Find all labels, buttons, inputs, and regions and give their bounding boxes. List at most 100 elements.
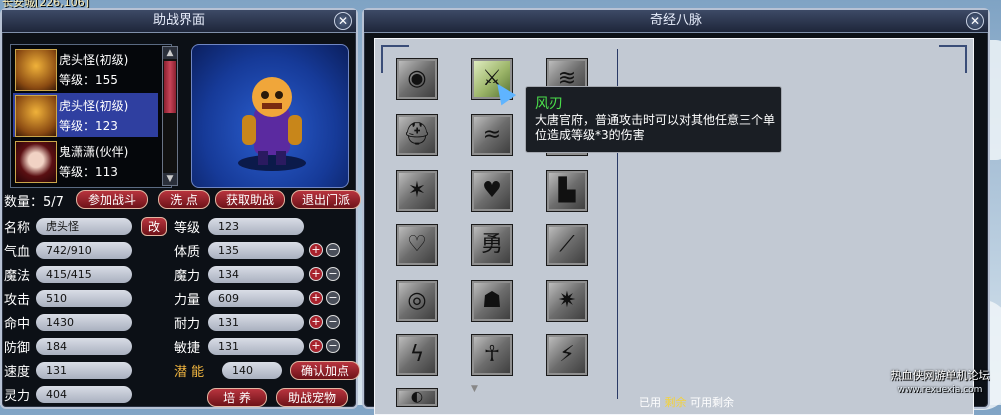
stat-label-level: 等级 xyxy=(174,221,201,236)
stat-label-mp: 魔法 xyxy=(4,269,31,284)
skill-burst-icon[interactable]: ✶ xyxy=(396,170,438,212)
skill-warrior-icon[interactable]: ☗ xyxy=(471,280,513,322)
scroll-down-icon[interactable]: ▼ xyxy=(163,173,177,185)
watermark-url: www.rexuexia.com xyxy=(897,385,983,395)
stat-label-hp: 气血 xyxy=(4,245,31,260)
pet-level: 等级：113 xyxy=(59,165,118,179)
get-helper-button[interactable]: 获取助战 xyxy=(215,190,285,209)
close-icon[interactable]: ✕ xyxy=(334,12,352,30)
pet-list-scrollbar[interactable]: ▲ ▼ xyxy=(162,46,178,186)
stat-value-name: 虎头怪 xyxy=(36,218,132,235)
remaining-label: 剩余 xyxy=(664,396,687,409)
helper-battle-panel: 助战界面 ✕ 虎头怪(初级) 等级：155 虎头怪(初级) 等级：123 鬼潇潇… xyxy=(0,8,361,409)
meridian-points-summary: 已用 剩余 可用剩余 xyxy=(639,394,734,410)
stat-value-strength: 609 xyxy=(208,290,304,307)
pet-level: 等级：155 xyxy=(59,73,118,87)
skill-brave-icon[interactable]: 勇 xyxy=(471,224,513,266)
stat-value-magic: 134 xyxy=(208,266,304,283)
plus-constitution-button[interactable]: + xyxy=(309,243,323,257)
scroll-thumb[interactable] xyxy=(164,61,176,113)
pet-list: 虎头怪(初级) 等级：155 虎头怪(初级) 等级：123 鬼潇潇(伙伴) 等级… xyxy=(10,44,172,188)
join-battle-button[interactable]: 参加战斗 xyxy=(76,190,148,209)
minus-agility-button[interactable]: − xyxy=(326,339,340,353)
watermark-text: 热血侠网游单机论坛 xyxy=(890,369,990,382)
corner-ornament xyxy=(939,45,967,73)
tooltip-skill-name: 风刃 xyxy=(535,96,563,112)
plus-magic-button[interactable]: + xyxy=(309,267,323,281)
pet-list-item[interactable]: 鬼潇潇(伙伴) 等级：113 xyxy=(13,139,158,183)
plus-strength-button[interactable]: + xyxy=(309,291,323,305)
minus-endurance-button[interactable]: − xyxy=(326,315,340,329)
stat-label-defense: 防御 xyxy=(4,341,31,356)
panel-title-bar[interactable]: 助战界面 ✕ xyxy=(2,10,356,33)
tiger-demon-avatar xyxy=(15,95,57,137)
skill-heart-icon[interactable]: ♥ xyxy=(471,170,513,212)
minus-strength-button[interactable]: − xyxy=(326,291,340,305)
used-label: 已用 xyxy=(639,396,661,409)
stat-label-hit: 命中 xyxy=(4,317,31,332)
skill-slash-icon[interactable]: ⟋ xyxy=(546,224,588,266)
skill-strike-icon[interactable]: ⚡ xyxy=(546,334,588,376)
train-button[interactable]: 培 养 xyxy=(207,388,267,407)
tiger-demon-avatar xyxy=(15,49,57,91)
stat-value-level: 123 xyxy=(208,218,304,235)
skill-figure-icon[interactable]: ☥ xyxy=(471,334,513,376)
panel-title: 助战界面 xyxy=(152,13,205,28)
skill-partial-icon[interactable]: ◐ xyxy=(396,388,438,407)
stat-label-strength: 力量 xyxy=(174,293,201,308)
tiger-demon-figure xyxy=(238,77,306,171)
pet-name: 虎头怪(初级) xyxy=(59,99,129,113)
stat-value-agility: 131 xyxy=(208,338,304,355)
potential-label: 潜 能 xyxy=(174,365,205,380)
scroll-up-icon[interactable]: ▲ xyxy=(163,47,177,59)
scroll-down-icon[interactable]: ▼ xyxy=(471,384,478,394)
panel-title: 奇经八脉 xyxy=(649,13,702,28)
skill-spiral-icon[interactable]: ◎ xyxy=(396,280,438,322)
skill-heart-seal-icon[interactable]: ♡ xyxy=(396,224,438,266)
stat-label-constitution: 体质 xyxy=(174,245,201,260)
leave-sect-button[interactable]: 退出门派 xyxy=(291,190,361,209)
panel-title-bar[interactable]: 奇经八脉 ✕ xyxy=(364,10,988,33)
close-icon[interactable]: ✕ xyxy=(966,12,984,30)
stat-value-speed: 131 xyxy=(36,362,132,379)
ghost-girl-avatar xyxy=(15,141,57,183)
skill-eye-icon[interactable]: ◉ xyxy=(396,58,438,100)
skill-water-icon[interactable]: ≈ xyxy=(471,114,513,156)
pet-name: 虎头怪(初级) xyxy=(59,53,129,67)
stat-label-attack: 攻击 xyxy=(4,293,31,308)
confirm-points-button[interactable]: 确认加点 xyxy=(290,361,360,380)
skill-fortress-icon[interactable]: ▙ xyxy=(546,170,588,212)
stat-value-spirit: 404 xyxy=(36,386,132,403)
stat-label-speed: 速度 xyxy=(4,365,31,380)
plus-endurance-button[interactable]: + xyxy=(309,315,323,329)
stat-value-constitution: 135 xyxy=(208,242,304,259)
minus-magic-button[interactable]: − xyxy=(326,267,340,281)
stat-value-hp: 742/910 xyxy=(36,242,132,259)
stat-value-mp: 415/415 xyxy=(36,266,132,283)
skill-tooltip: 风刃 大唐官府，普通攻击时可以对其他任意三个单位造成等级*3的伤害 xyxy=(525,86,782,153)
stat-label-name: 名称 xyxy=(4,221,31,236)
helper-pet-button[interactable]: 助战宠物 xyxy=(276,388,348,407)
rename-button[interactable]: 改 xyxy=(141,217,167,236)
stat-label-spirit: 灵力 xyxy=(4,389,31,404)
stat-value-attack: 510 xyxy=(36,290,132,307)
skill-helmet-icon[interactable]: ⛑ xyxy=(396,114,438,156)
stat-value-hit: 1430 xyxy=(36,314,132,331)
skill-star-burst-icon[interactable]: ✷ xyxy=(546,280,588,322)
pet-list-item-selected[interactable]: 虎头怪(初级) 等级：123 xyxy=(13,93,158,137)
stat-value-endurance: 131 xyxy=(208,314,304,331)
minus-constitution-button[interactable]: − xyxy=(326,243,340,257)
pet-list-item[interactable]: 虎头怪(初级) 等级：155 xyxy=(13,47,158,91)
available-label: 可用剩余 xyxy=(690,396,734,409)
wash-points-button[interactable]: 洗 点 xyxy=(158,190,210,209)
skill-lightning-icon[interactable]: ϟ xyxy=(396,334,438,376)
pet-level: 等级：123 xyxy=(59,119,118,133)
potential-value: 140 xyxy=(222,362,282,379)
stat-label-endurance: 耐力 xyxy=(174,317,201,332)
stat-value-defense: 184 xyxy=(36,338,132,355)
stat-label-magic: 魔力 xyxy=(174,269,201,284)
meridian-panel: 奇经八脉 ✕ xyxy=(362,8,990,415)
pet-count: 数量：5/7 xyxy=(4,195,64,210)
pet-model-preview xyxy=(191,44,349,188)
plus-agility-button[interactable]: + xyxy=(309,339,323,353)
